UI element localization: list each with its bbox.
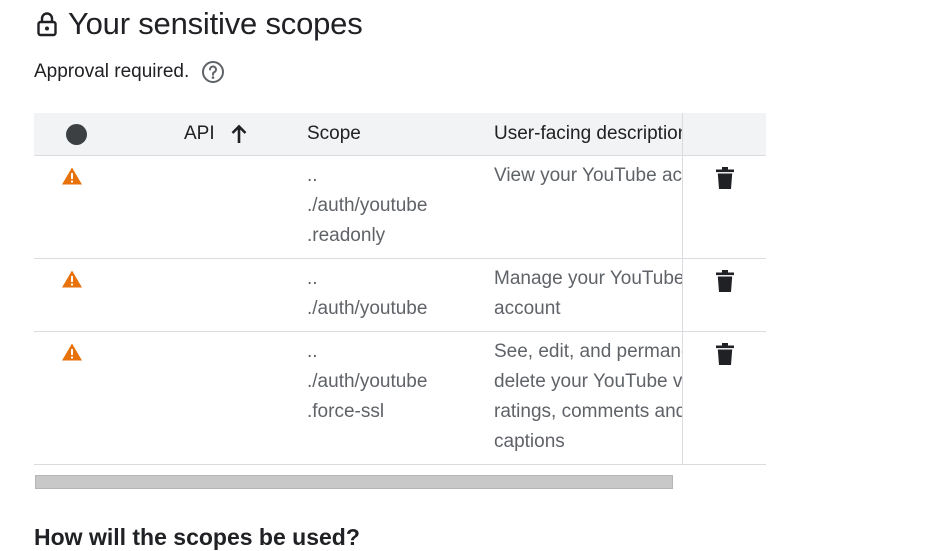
- column-api-label: API: [184, 123, 215, 144]
- page-header: Your sensitive scopes: [36, 6, 363, 42]
- select-all-indicator[interactable]: [66, 124, 87, 145]
- description-cell: See, edit, and permanently delete your Y…: [494, 341, 682, 452]
- approval-notice: Approval required.: [34, 60, 225, 84]
- column-header-api[interactable]: API: [184, 113, 248, 155]
- scope-cell: .. ./auth/youtube: [307, 268, 428, 319]
- trash-icon[interactable]: [716, 343, 734, 365]
- warning-icon: [62, 167, 82, 185]
- column-header-description[interactable]: User-facing description: [494, 113, 682, 155]
- column-header-scope[interactable]: Scope: [307, 113, 361, 155]
- table-row: .. ./auth/youtube Manage your YouTube ac…: [34, 259, 766, 332]
- table-row: .. ./auth/youtube .readonly View your Yo…: [34, 156, 766, 259]
- actions-header: [683, 113, 766, 156]
- trash-icon[interactable]: [716, 167, 734, 189]
- table-row: .. ./auth/youtube .force-ssl See, edit, …: [34, 332, 766, 465]
- horizontal-scrollbar[interactable]: [35, 475, 673, 489]
- warning-icon: [62, 343, 82, 361]
- description-cell: View your YouTube account: [494, 165, 682, 186]
- arrow-up-icon[interactable]: [230, 124, 248, 144]
- approval-text: Approval required.: [34, 61, 190, 82]
- scopes-table: API Scope User-facing description .. ./a…: [34, 113, 766, 465]
- scope-cell: .. ./auth/youtube .force-ssl: [307, 341, 428, 422]
- warning-icon: [62, 270, 82, 288]
- actions-column: [682, 113, 766, 465]
- help-circle-icon[interactable]: [201, 60, 225, 84]
- lock-icon: [37, 12, 57, 37]
- table-header: API Scope User-facing description: [34, 113, 766, 156]
- trash-icon[interactable]: [716, 270, 734, 292]
- page-title: Your sensitive scopes: [68, 6, 363, 41]
- scope-cell: .. ./auth/youtube .readonly: [307, 165, 428, 246]
- description-cell: Manage your YouTube account: [494, 268, 682, 319]
